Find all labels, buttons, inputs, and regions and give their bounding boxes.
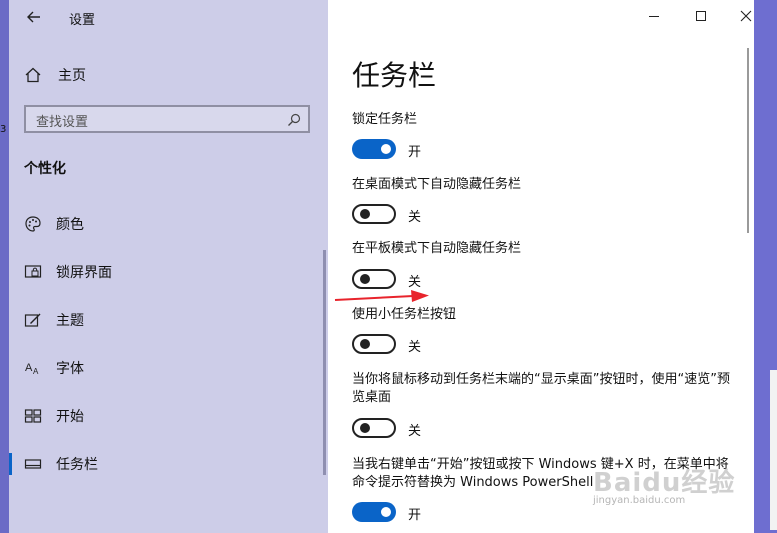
start-grid-icon — [24, 409, 42, 423]
toggle-small-buttons[interactable] — [352, 334, 396, 354]
sidebar-item-label: 锁屏界面 — [56, 265, 112, 281]
maximize-button[interactable] — [688, 5, 714, 27]
toggle-state-label: 关 — [408, 340, 422, 355]
theme-brush-icon — [24, 313, 41, 327]
sidebar-item-colors[interactable]: 颜色 — [24, 212, 84, 236]
page-title: 任务栏 — [352, 59, 437, 92]
setting-label-lock-taskbar: 锁定任务栏 — [352, 112, 418, 127]
close-button[interactable] — [733, 5, 754, 27]
desktop-edge-text: 3 — [0, 124, 7, 135]
toggle-state-label: 关 — [408, 210, 422, 225]
annotation-arrow-icon — [334, 290, 429, 302]
svg-text:A: A — [25, 362, 33, 374]
content-pane: 任务栏 锁定任务栏 开 在桌面模式下自动隐藏任务栏 关 在平板模式下自动隐藏任务… — [328, 0, 754, 533]
sidebar-item-home[interactable]: 主页 — [24, 64, 86, 86]
toggle-state-label: 开 — [408, 145, 422, 160]
toggle-lock-taskbar[interactable] — [352, 139, 396, 159]
close-icon — [740, 10, 752, 22]
sidebar-item-taskbar[interactable]: 任务栏 — [24, 452, 98, 476]
sidebar: 设置 主页 查找设置 个性化 颜色 锁屏界面 主题 A A 字体 开始 任务栏 — [9, 0, 328, 533]
sidebar-item-start[interactable]: 开始 — [24, 404, 84, 428]
section-title: 个性化 — [24, 161, 66, 177]
search-input[interactable]: 查找设置 — [24, 105, 310, 133]
setting-label-autohide-tablet: 在平板模式下自动隐藏任务栏 — [352, 241, 522, 256]
sidebar-item-label: 颜色 — [56, 217, 84, 233]
settings-window: 设置 主页 查找设置 个性化 颜色 锁屏界面 主题 A A 字体 开始 任务栏 … — [9, 0, 754, 533]
font-icon: A A — [25, 362, 39, 376]
lock-screen-icon — [24, 265, 42, 278]
sidebar-item-label: 开始 — [56, 409, 84, 425]
sidebar-item-label: 主页 — [58, 68, 86, 84]
minimize-button[interactable] — [641, 5, 667, 27]
taskbar-icon — [24, 459, 42, 469]
app-title: 设置 — [69, 13, 96, 28]
search-placeholder: 查找设置 — [36, 115, 89, 130]
setting-label-small-buttons: 使用小任务栏按钮 — [352, 307, 457, 322]
search-icon — [288, 113, 301, 126]
sidebar-item-lock-screen[interactable]: 锁屏界面 — [24, 260, 112, 284]
toggle-powershell[interactable] — [352, 502, 396, 522]
active-indicator — [9, 453, 12, 475]
content-scrollbar[interactable] — [747, 48, 749, 233]
desktop-left-edge: 3 — [0, 0, 9, 533]
toggle-autohide-desktop[interactable] — [352, 204, 396, 224]
title-bar: 设置 — [9, 0, 328, 36]
toggle-autohide-tablet[interactable] — [352, 269, 396, 289]
setting-label-peek: 当你将鼠标移动到任务栏末端的“显示桌面”按钮时，使用“速览”预览桌面 — [352, 372, 730, 405]
sidebar-item-themes[interactable]: 主题 — [24, 308, 84, 332]
home-icon — [25, 67, 41, 83]
toggle-state-label: 关 — [408, 424, 422, 439]
back-button[interactable] — [23, 6, 45, 28]
sidebar-item-label: 任务栏 — [56, 457, 98, 473]
maximize-icon — [696, 11, 706, 21]
svg-text:A: A — [33, 367, 39, 376]
sidebar-scrollbar[interactable] — [323, 250, 326, 475]
palette-icon — [25, 216, 41, 232]
desktop-right-edge — [754, 0, 777, 533]
toggle-state-label: 开 — [408, 508, 422, 523]
watermark: Baidu经验 jingyan.baidu.com — [593, 462, 735, 506]
toggle-peek[interactable] — [352, 418, 396, 438]
sidebar-item-fonts[interactable]: A A 字体 — [24, 356, 84, 380]
watermark-brand: Baidu经验 — [593, 468, 736, 498]
back-arrow-icon — [27, 11, 40, 23]
sidebar-item-label: 主题 — [56, 313, 84, 329]
sidebar-item-label: 字体 — [56, 361, 84, 377]
minimize-icon — [649, 16, 659, 17]
setting-label-autohide-desktop: 在桌面模式下自动隐藏任务栏 — [352, 177, 522, 192]
